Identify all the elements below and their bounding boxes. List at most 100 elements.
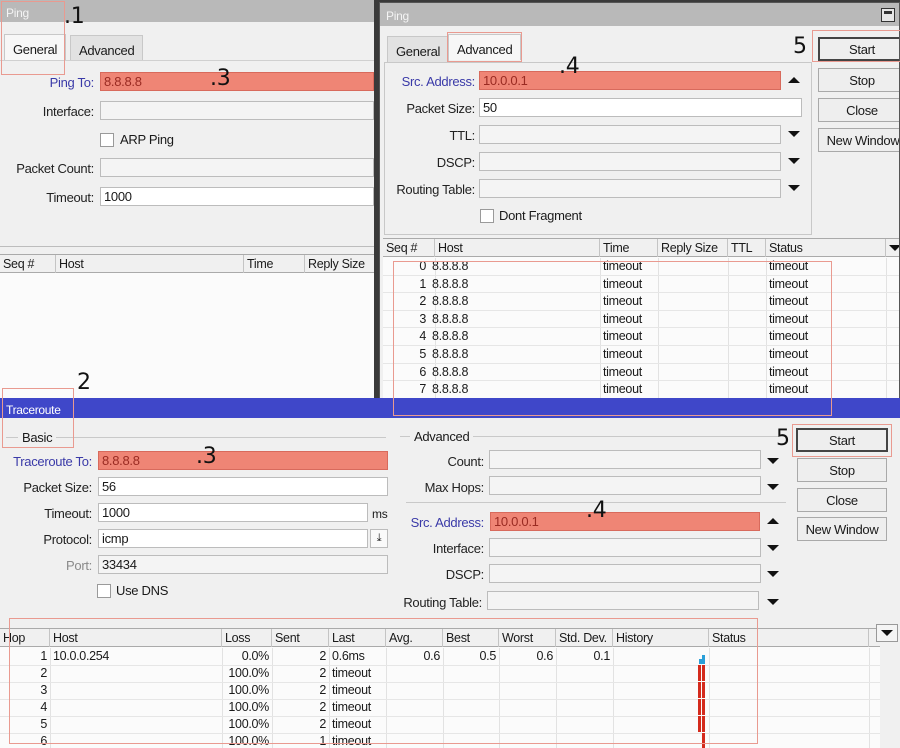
col-std-dev[interactable]: Std. Dev. xyxy=(556,629,613,647)
interface-select[interactable] xyxy=(489,538,761,557)
close-button[interactable]: Close xyxy=(818,98,899,122)
count-label: Count: xyxy=(447,454,484,469)
ttl-input[interactable] xyxy=(479,125,781,144)
new-window-button[interactable]: New Window xyxy=(797,517,887,541)
interface-select[interactable] xyxy=(100,101,374,120)
table-row[interactable]: 4 100.0% 2 timeout xyxy=(0,699,880,717)
protocol-dropdown-icon[interactable]: ⤓ xyxy=(370,529,388,548)
table-row[interactable]: 6 100.0% 1 timeout xyxy=(0,733,880,748)
cell-best xyxy=(443,682,499,699)
col-seq[interactable]: Seq # xyxy=(0,255,56,273)
col-history[interactable]: History xyxy=(613,629,709,647)
column-menu-button[interactable] xyxy=(876,624,898,642)
dont-fragment-checkbox[interactable] xyxy=(480,209,494,223)
col-reply-size[interactable]: Reply Size xyxy=(305,255,374,273)
col-ttl[interactable]: TTL xyxy=(728,239,766,257)
timeout-unit: ms xyxy=(372,507,388,521)
col-host[interactable]: Host xyxy=(50,629,222,647)
col-last[interactable]: Last xyxy=(329,629,386,647)
tab-general[interactable]: General xyxy=(387,36,450,62)
dropdown-arrow-icon[interactable] xyxy=(767,458,779,464)
tab-general[interactable]: General xyxy=(4,34,67,60)
protocol-select[interactable]: icmp xyxy=(98,529,368,548)
col-reply-size[interactable]: Reply Size xyxy=(658,239,728,257)
col-seq[interactable]: Seq # xyxy=(383,239,435,257)
dropdown-arrow-icon[interactable] xyxy=(788,131,800,137)
close-button[interactable]: Close xyxy=(797,488,887,512)
collapse-arrow-icon[interactable] xyxy=(767,518,779,524)
cell-hop: 6 xyxy=(40,734,47,748)
routing-table-select[interactable] xyxy=(479,179,781,198)
start-button[interactable]: Start xyxy=(818,37,899,61)
col-hop[interactable]: Hop xyxy=(0,629,50,647)
cell-host xyxy=(50,665,222,682)
cell-last: timeout xyxy=(332,734,371,748)
col-host[interactable]: Host xyxy=(435,239,600,257)
table-row[interactable]: 1 10.0.0.254 0.0% 2 0.6ms 0.6 0.5 0.6 0.1 xyxy=(0,648,880,666)
src-address-input[interactable]: 10.0.0.1 xyxy=(479,71,781,90)
packet-size-input[interactable]: 56 xyxy=(98,477,388,496)
table-row[interactable]: 3 100.0% 2 timeout xyxy=(0,682,880,700)
col-host[interactable]: Host xyxy=(56,255,244,273)
dropdown-arrow-icon[interactable] xyxy=(767,599,779,605)
dropdown-arrow-icon[interactable] xyxy=(788,158,800,164)
table-row[interactable]: 5 100.0% 2 timeout xyxy=(0,716,880,734)
max-hops-label: Max Hops: xyxy=(424,480,485,495)
packet-count-input[interactable] xyxy=(100,158,374,177)
stop-button[interactable]: Stop xyxy=(818,68,899,92)
routing-table-label: Routing Table: xyxy=(403,595,482,610)
timeout-label: Timeout: xyxy=(44,506,92,521)
col-loss[interactable]: Loss xyxy=(222,629,272,647)
tab-advanced[interactable]: Advanced xyxy=(448,34,522,60)
column-menu-arrow-icon[interactable] xyxy=(889,245,899,251)
dropdown-arrow-icon[interactable] xyxy=(767,484,779,490)
timeout-input[interactable]: 1000 xyxy=(100,187,374,206)
col-worst[interactable]: Worst xyxy=(499,629,556,647)
table-row[interactable]: 7 8.8.8.8 timeout timeout xyxy=(383,381,899,399)
ping-to-input[interactable]: 8.8.8.8 xyxy=(100,72,374,91)
use-dns-checkbox[interactable] xyxy=(97,584,111,598)
cell-seq: 6 xyxy=(419,364,426,379)
col-status[interactable]: Status xyxy=(709,629,869,647)
packet-size-input[interactable]: 50 xyxy=(479,98,802,117)
port-input[interactable]: 33434 xyxy=(98,555,388,574)
arp-ping-checkbox[interactable] xyxy=(100,133,114,147)
table-row[interactable]: 5 8.8.8.8 timeout timeout xyxy=(383,346,899,364)
maximize-icon[interactable] xyxy=(881,8,895,22)
col-time[interactable]: Time xyxy=(244,255,305,273)
dscp-input[interactable] xyxy=(489,564,761,583)
collapse-arrow-icon[interactable] xyxy=(788,77,800,83)
cell-status xyxy=(709,733,869,748)
cell-ttl xyxy=(728,364,766,381)
dropdown-arrow-icon[interactable] xyxy=(767,571,779,577)
table-row[interactable]: 4 8.8.8.8 timeout timeout xyxy=(383,328,899,346)
tab-advanced[interactable]: Advanced xyxy=(70,35,144,61)
stop-button[interactable]: Stop xyxy=(797,458,887,482)
count-input[interactable] xyxy=(489,450,761,469)
col-time[interactable]: Time xyxy=(600,239,658,257)
table-row[interactable]: 0 8.8.8.8 timeout timeout xyxy=(383,258,899,276)
table-row[interactable]: 2 8.8.8.8 timeout timeout xyxy=(383,293,899,311)
cell-std-dev xyxy=(556,699,613,716)
new-window-button[interactable]: New Window xyxy=(818,128,899,152)
start-button[interactable]: Start xyxy=(796,428,888,452)
table-row[interactable]: 2 100.0% 2 timeout xyxy=(0,665,880,683)
col-best[interactable]: Best xyxy=(443,629,499,647)
routing-table-select[interactable] xyxy=(487,591,759,610)
table-row[interactable]: 6 8.8.8.8 timeout timeout xyxy=(383,364,899,382)
col-status[interactable]: Status xyxy=(766,239,886,257)
traceroute-to-input[interactable]: 8.8.8.8 xyxy=(98,451,388,470)
dropdown-arrow-icon[interactable] xyxy=(767,545,779,551)
dropdown-arrow-icon[interactable] xyxy=(788,185,800,191)
col-avg[interactable]: Avg. xyxy=(386,629,443,647)
table-row[interactable]: 1 8.8.8.8 timeout timeout xyxy=(383,276,899,294)
timeout-input[interactable]: 1000 xyxy=(98,503,368,522)
src-address-input[interactable]: 10.0.0.1 xyxy=(490,512,760,531)
col-sent[interactable]: Sent xyxy=(272,629,329,647)
max-hops-input[interactable] xyxy=(489,476,761,495)
cell-best xyxy=(443,665,499,682)
history-bar xyxy=(698,699,701,715)
dscp-label: DSCP: xyxy=(436,155,476,170)
table-row[interactable]: 3 8.8.8.8 timeout timeout xyxy=(383,311,899,329)
dscp-input[interactable] xyxy=(479,152,781,171)
